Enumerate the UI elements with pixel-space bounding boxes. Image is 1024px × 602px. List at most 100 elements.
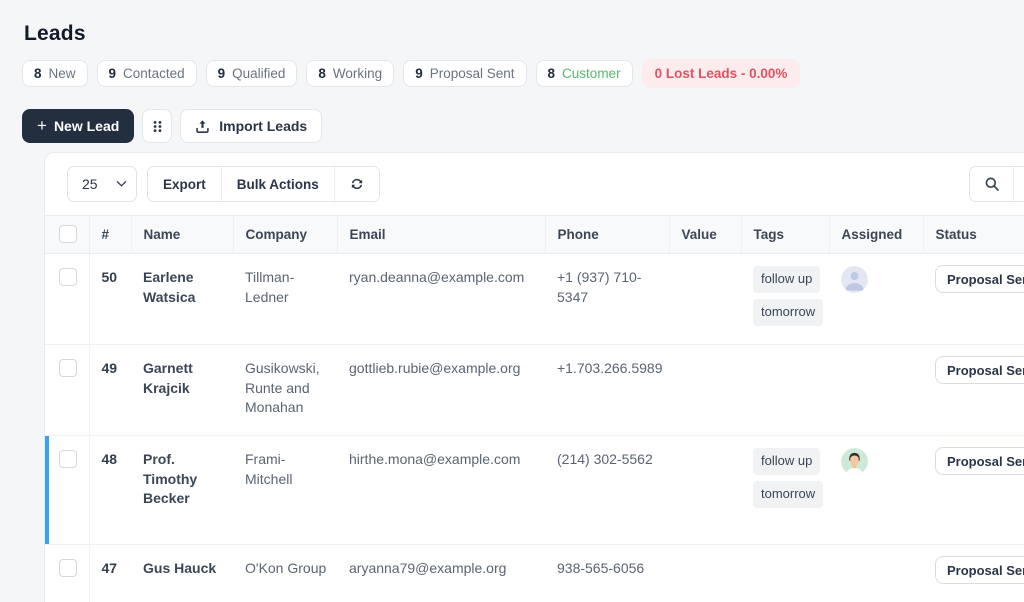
badge-count: 8: [547, 66, 556, 81]
import-leads-button[interactable]: Import Leads: [180, 109, 323, 143]
bulk-actions-button[interactable]: Bulk Actions: [220, 167, 334, 201]
lead-email: aryanna79@example.org: [349, 560, 507, 576]
column-header-email[interactable]: Email: [337, 215, 546, 254]
lead-tags: follow up tomorrow: [753, 266, 824, 332]
refresh-icon: [351, 178, 362, 190]
lead-email: ryan.deanna@example.com: [337, 253, 545, 345]
action-bar: + New Lead Import Leads: [22, 109, 1024, 143]
leads-page: Leads 8 New 9 Contacted 9 Qualified 8 Wo…: [0, 0, 1024, 602]
column-header-company[interactable]: Company: [233, 215, 338, 254]
lead-company: Frami-Mitchell: [233, 435, 337, 545]
lead-tags: follow up tomorrow: [753, 448, 824, 514]
chevron-down-icon: [116, 181, 127, 187]
badge-lost-leads[interactable]: 0 Lost Leads - 0.00%: [641, 59, 801, 88]
select-all-checkbox[interactable]: [59, 225, 77, 243]
badge-label: Contacted: [123, 66, 185, 81]
refresh-button[interactable]: [333, 167, 379, 201]
badge-label: Qualified: [232, 66, 286, 81]
lead-number: 49: [89, 344, 131, 436]
lead-number: 47: [101, 560, 118, 576]
lead-name[interactable]: Earlene Watsica: [131, 253, 233, 345]
lead-name[interactable]: Prof. Timothy Becker: [131, 435, 233, 545]
kanban-view-button[interactable]: [142, 109, 173, 143]
lead-phone: (214) 302-5562: [545, 435, 669, 545]
lead-status-button[interactable]: Proposal Sent: [935, 556, 1024, 584]
table-toolbar: 25 Export Bulk Actions: [45, 153, 1024, 215]
lead-phone: +1 (937) 710-5347: [545, 253, 669, 345]
lead-name[interactable]: Gus Hauck: [131, 545, 233, 602]
badge-count: 8: [318, 66, 326, 81]
lead-status-button[interactable]: Proposal Sent: [935, 265, 1024, 293]
badge-label: Working: [332, 66, 383, 81]
badge-new[interactable]: 8 New: [22, 60, 88, 87]
page-size-value: 25: [82, 176, 98, 192]
lead-status-label: Proposal Sent: [947, 562, 1024, 578]
column-header-tags[interactable]: Tags: [741, 215, 830, 254]
row-checkbox[interactable]: [59, 559, 77, 577]
lead-phone: +1.703.266.5989: [545, 344, 669, 436]
badge-count: 8: [34, 66, 42, 81]
column-header-name[interactable]: Name: [131, 215, 234, 254]
assigned-avatar-photo: [841, 448, 868, 475]
page-title: Leads: [24, 22, 86, 45]
column-header-phone[interactable]: Phone: [545, 215, 670, 254]
tag[interactable]: follow up: [753, 448, 821, 476]
assigned-avatar-placeholder: [841, 266, 868, 293]
column-header-assigned[interactable]: Assigned: [829, 215, 924, 254]
lead-email: hirthe.mona@example.com: [337, 435, 545, 545]
lead-company: Gusikowski, Runte and Monahan: [233, 344, 337, 436]
lead-name[interactable]: Garnett Krajcik: [131, 344, 233, 436]
badge-working[interactable]: 8 Working: [306, 60, 395, 87]
lead-status-label: Proposal Sent: [947, 453, 1024, 469]
new-lead-label: New Lead: [53, 118, 120, 134]
table-row: 49 Garnett Krajcik Gusikowski, Runte and…: [45, 344, 1024, 436]
table-row: 50 Earlene Watsica Tillman-Ledner ryan.d…: [45, 253, 1024, 345]
badge-label: Customer: [562, 66, 621, 81]
row-checkbox[interactable]: [59, 359, 77, 377]
lead-email: gottlieb.rubie@example.org: [337, 344, 545, 436]
table-row: 47 Gus Hauck O'Kon Group aryanna79@examp…: [45, 544, 1024, 602]
new-lead-button[interactable]: + New Lead: [22, 109, 135, 143]
tag[interactable]: follow up: [753, 266, 821, 294]
lead-value: [669, 435, 741, 545]
lead-company: O'Kon Group: [245, 560, 327, 576]
select-all-header: [45, 215, 90, 254]
column-header-value[interactable]: Value: [669, 215, 742, 254]
lead-company: Tillman-Ledner: [233, 253, 337, 345]
search-input[interactable]: [1014, 167, 1024, 201]
row-checkbox[interactable]: [59, 450, 77, 468]
table-header-row: # Name Company Email Phone Value Tags As…: [45, 215, 1024, 254]
leads-table: # Name Company Email Phone Value Tags As…: [45, 215, 1024, 602]
status-badges: 8 New 9 Contacted 9 Qualified 8 Working …: [22, 59, 1024, 88]
import-leads-label: Import Leads: [219, 118, 308, 134]
lead-number: 50: [89, 253, 131, 345]
badge-qualified[interactable]: 9 Qualified: [205, 60, 298, 87]
badge-label: Proposal Sent: [429, 66, 515, 81]
table-row-selected: 48 Prof. Timothy Becker Frami-Mitchell h…: [45, 435, 1024, 545]
badge-proposal-sent[interactable]: 9 Proposal Sent: [403, 60, 527, 87]
badge-count: 9: [415, 66, 423, 81]
lead-value: [669, 545, 741, 602]
export-button[interactable]: Export: [148, 167, 221, 201]
leads-table-card: 25 Export Bulk Actions Search... # Name …: [44, 152, 1024, 602]
column-header-status[interactable]: Status: [923, 215, 1024, 254]
lead-status-button[interactable]: Proposal Sent: [935, 356, 1024, 384]
tag[interactable]: tomorrow: [753, 481, 824, 509]
badge-customer[interactable]: 8 Customer: [535, 60, 633, 87]
badge-count: 9: [108, 66, 117, 81]
search-group: [969, 166, 1024, 202]
column-header-number[interactable]: #: [89, 215, 132, 254]
grid-dots-icon: [153, 120, 162, 132]
search-button[interactable]: [970, 167, 1014, 201]
row-checkbox[interactable]: [59, 268, 77, 286]
search-icon: [985, 177, 999, 191]
badge-label: New: [48, 66, 76, 81]
lead-value: [669, 253, 741, 345]
lead-status-label: Proposal Sent: [947, 362, 1024, 378]
lead-value: [669, 344, 741, 436]
badge-contacted[interactable]: 9 Contacted: [96, 60, 197, 87]
lead-status-button[interactable]: Proposal Sent: [935, 447, 1024, 475]
table-actions-group: Export Bulk Actions: [147, 166, 380, 202]
tag[interactable]: tomorrow: [753, 299, 824, 327]
page-size-select[interactable]: 25: [67, 166, 137, 202]
